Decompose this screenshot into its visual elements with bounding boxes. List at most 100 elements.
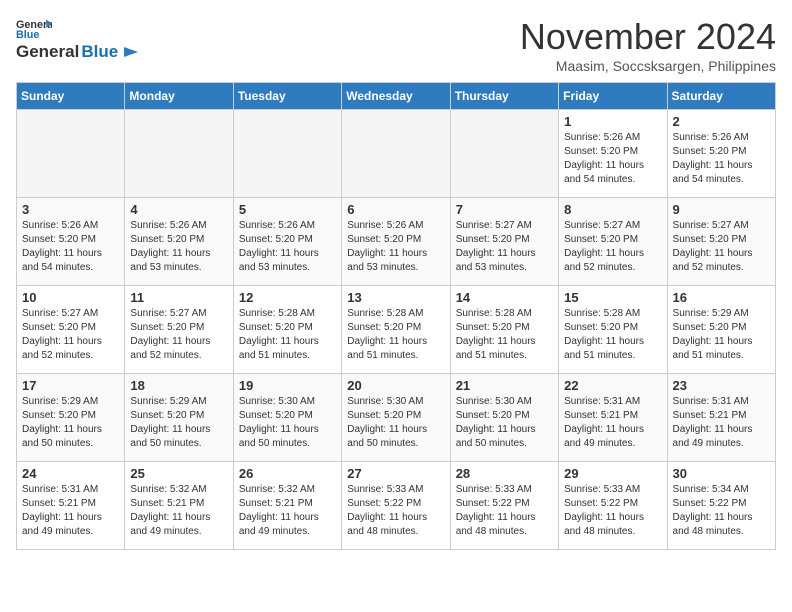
day-number: 13 <box>347 290 444 305</box>
day-info: Sunrise: 5:32 AM Sunset: 5:21 PM Dayligh… <box>239 483 336 539</box>
day-info: Sunrise: 5:27 AM Sunset: 5:20 PM Dayligh… <box>456 219 553 275</box>
day-number: 21 <box>456 378 553 393</box>
logo-icon: General Blue <box>16 16 52 40</box>
day-info: Sunrise: 5:26 AM Sunset: 5:20 PM Dayligh… <box>564 131 661 187</box>
day-number: 30 <box>673 466 770 481</box>
weekday-header-sunday: Sunday <box>17 83 125 110</box>
calendar-cell: 20 Sunrise: 5:30 AM Sunset: 5:20 PM Dayli… <box>342 374 450 462</box>
calendar-cell: 1 Sunrise: 5:26 AM Sunset: 5:20 PM Daylig… <box>559 110 667 198</box>
day-info: Sunrise: 5:26 AM Sunset: 5:20 PM Dayligh… <box>22 219 119 275</box>
logo-arrow-icon <box>120 43 138 61</box>
day-info: Sunrise: 5:33 AM Sunset: 5:22 PM Dayligh… <box>456 483 553 539</box>
calendar-cell: 15 Sunrise: 5:28 AM Sunset: 5:20 PM Dayli… <box>559 286 667 374</box>
day-info: Sunrise: 5:29 AM Sunset: 5:20 PM Dayligh… <box>673 307 770 363</box>
calendar-cell: 11Sunrise: 5:27 AM Sunset: 5:20 PM Dayli… <box>125 286 233 374</box>
logo-general: General <box>16 42 79 62</box>
day-number: 6 <box>347 202 444 217</box>
calendar-cell: 22Sunrise: 5:31 AM Sunset: 5:21 PM Dayli… <box>559 374 667 462</box>
calendar-cell <box>342 110 450 198</box>
calendar-cell <box>125 110 233 198</box>
weekday-header-monday: Monday <box>125 83 233 110</box>
day-info: Sunrise: 5:31 AM Sunset: 5:21 PM Dayligh… <box>22 483 119 539</box>
week-row-2: 3Sunrise: 5:26 AM Sunset: 5:20 PM Daylig… <box>17 198 776 286</box>
day-number: 10 <box>22 290 119 305</box>
week-row-3: 10 Sunrise: 5:27 AM Sunset: 5:20 PM Dayli… <box>17 286 776 374</box>
day-info: Sunrise: 5:26 AM Sunset: 5:20 PM Dayligh… <box>673 131 770 187</box>
day-info: Sunrise: 5:30 AM Sunset: 5:20 PM Dayligh… <box>456 395 553 451</box>
day-number: 12 <box>239 290 336 305</box>
calendar-cell: 7 Sunrise: 5:27 AM Sunset: 5:20 PM Daylig… <box>450 198 558 286</box>
day-info: Sunrise: 5:32 AM Sunset: 5:21 PM Dayligh… <box>130 483 227 539</box>
day-number: 5 <box>239 202 336 217</box>
logo-blue: Blue <box>81 42 118 62</box>
day-number: 19 <box>239 378 336 393</box>
day-info: Sunrise: 5:26 AM Sunset: 5:20 PM Dayligh… <box>347 219 444 275</box>
location: Maasim, Soccsksargen, Philippines <box>520 58 776 74</box>
day-number: 7 <box>456 202 553 217</box>
day-info: Sunrise: 5:31 AM Sunset: 5:21 PM Dayligh… <box>673 395 770 451</box>
day-number: 23 <box>673 378 770 393</box>
calendar-cell: 9 Sunrise: 5:27 AM Sunset: 5:20 PM Daylig… <box>667 198 775 286</box>
day-number: 28 <box>456 466 553 481</box>
day-number: 14 <box>456 290 553 305</box>
day-number: 9 <box>673 202 770 217</box>
calendar-cell <box>233 110 341 198</box>
day-number: 20 <box>347 378 444 393</box>
day-number: 2 <box>673 114 770 129</box>
day-info: Sunrise: 5:28 AM Sunset: 5:20 PM Dayligh… <box>456 307 553 363</box>
calendar-cell: 2 Sunrise: 5:26 AM Sunset: 5:20 PM Daylig… <box>667 110 775 198</box>
calendar-cell: 18Sunrise: 5:29 AM Sunset: 5:20 PM Dayli… <box>125 374 233 462</box>
day-number: 26 <box>239 466 336 481</box>
weekday-header-wednesday: Wednesday <box>342 83 450 110</box>
calendar-cell: 3Sunrise: 5:26 AM Sunset: 5:20 PM Daylig… <box>17 198 125 286</box>
day-info: Sunrise: 5:26 AM Sunset: 5:20 PM Dayligh… <box>130 219 227 275</box>
svg-text:Blue: Blue <box>16 29 39 40</box>
day-number: 1 <box>564 114 661 129</box>
weekday-header-friday: Friday <box>559 83 667 110</box>
day-info: Sunrise: 5:30 AM Sunset: 5:20 PM Dayligh… <box>347 395 444 451</box>
day-info: Sunrise: 5:28 AM Sunset: 5:20 PM Dayligh… <box>564 307 661 363</box>
calendar-cell: 30 Sunrise: 5:34 AM Sunset: 5:22 PM Dayli… <box>667 462 775 550</box>
day-number: 24 <box>22 466 119 481</box>
calendar-cell: 12 Sunrise: 5:28 AM Sunset: 5:20 PM Dayli… <box>233 286 341 374</box>
weekday-header-saturday: Saturday <box>667 83 775 110</box>
day-info: Sunrise: 5:29 AM Sunset: 5:20 PM Dayligh… <box>22 395 119 451</box>
week-row-1: 1 Sunrise: 5:26 AM Sunset: 5:20 PM Daylig… <box>17 110 776 198</box>
day-number: 27 <box>347 466 444 481</box>
day-info: Sunrise: 5:33 AM Sunset: 5:22 PM Dayligh… <box>347 483 444 539</box>
day-info: Sunrise: 5:31 AM Sunset: 5:21 PM Dayligh… <box>564 395 661 451</box>
day-info: Sunrise: 5:34 AM Sunset: 5:22 PM Dayligh… <box>673 483 770 539</box>
day-info: Sunrise: 5:27 AM Sunset: 5:20 PM Dayligh… <box>22 307 119 363</box>
day-info: Sunrise: 5:26 AM Sunset: 5:20 PM Dayligh… <box>239 219 336 275</box>
day-info: Sunrise: 5:28 AM Sunset: 5:20 PM Dayligh… <box>239 307 336 363</box>
weekday-header-tuesday: Tuesday <box>233 83 341 110</box>
calendar-cell: 27 Sunrise: 5:33 AM Sunset: 5:22 PM Dayli… <box>342 462 450 550</box>
day-info: Sunrise: 5:27 AM Sunset: 5:20 PM Dayligh… <box>564 219 661 275</box>
day-info: Sunrise: 5:28 AM Sunset: 5:20 PM Dayligh… <box>347 307 444 363</box>
calendar-cell <box>450 110 558 198</box>
calendar-cell: 13 Sunrise: 5:28 AM Sunset: 5:20 PM Dayli… <box>342 286 450 374</box>
page-header: General Blue General Blue November 2024 … <box>16 16 776 74</box>
calendar-cell <box>17 110 125 198</box>
calendar-cell: 16Sunrise: 5:29 AM Sunset: 5:20 PM Dayli… <box>667 286 775 374</box>
calendar-cell: 29Sunrise: 5:33 AM Sunset: 5:22 PM Dayli… <box>559 462 667 550</box>
calendar-cell: 26 Sunrise: 5:32 AM Sunset: 5:21 PM Dayli… <box>233 462 341 550</box>
week-row-5: 24 Sunrise: 5:31 AM Sunset: 5:21 PM Dayli… <box>17 462 776 550</box>
calendar-cell: 24 Sunrise: 5:31 AM Sunset: 5:21 PM Dayli… <box>17 462 125 550</box>
calendar-cell: 6 Sunrise: 5:26 AM Sunset: 5:20 PM Daylig… <box>342 198 450 286</box>
day-number: 15 <box>564 290 661 305</box>
weekday-header-thursday: Thursday <box>450 83 558 110</box>
calendar-cell: 4 Sunrise: 5:26 AM Sunset: 5:20 PM Daylig… <box>125 198 233 286</box>
day-number: 4 <box>130 202 227 217</box>
day-info: Sunrise: 5:27 AM Sunset: 5:20 PM Dayligh… <box>673 219 770 275</box>
calendar-cell: 19Sunrise: 5:30 AM Sunset: 5:20 PM Dayli… <box>233 374 341 462</box>
weekday-header-row: SundayMondayTuesdayWednesdayThursdayFrid… <box>17 83 776 110</box>
day-number: 8 <box>564 202 661 217</box>
calendar-cell: 21 Sunrise: 5:30 AM Sunset: 5:20 PM Dayli… <box>450 374 558 462</box>
title-section: November 2024 Maasim, Soccsksargen, Phil… <box>520 16 776 74</box>
calendar-table: SundayMondayTuesdayWednesdayThursdayFrid… <box>16 82 776 550</box>
day-number: 18 <box>130 378 227 393</box>
week-row-4: 17Sunrise: 5:29 AM Sunset: 5:20 PM Dayli… <box>17 374 776 462</box>
calendar-cell: 28 Sunrise: 5:33 AM Sunset: 5:22 PM Dayli… <box>450 462 558 550</box>
calendar-cell: 23 Sunrise: 5:31 AM Sunset: 5:21 PM Dayli… <box>667 374 775 462</box>
